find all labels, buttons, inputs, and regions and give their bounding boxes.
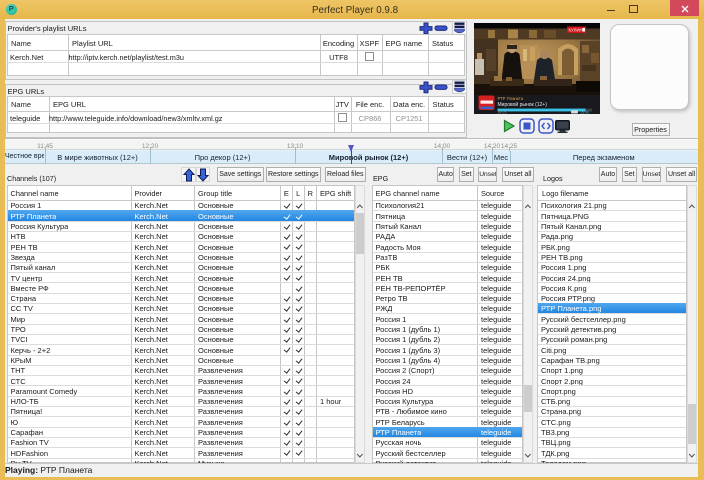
svg-text:15:00: 15:00 (580, 110, 589, 113)
svg-text:Мировой рынок (12+): Мировой рынок (12+) (497, 101, 547, 108)
svg-text:РТР Планета: РТР Планета (497, 96, 523, 101)
svg-text:КУЛИН: КУЛИН (568, 27, 582, 32)
svg-text:14:25: 14:25 (497, 110, 506, 113)
